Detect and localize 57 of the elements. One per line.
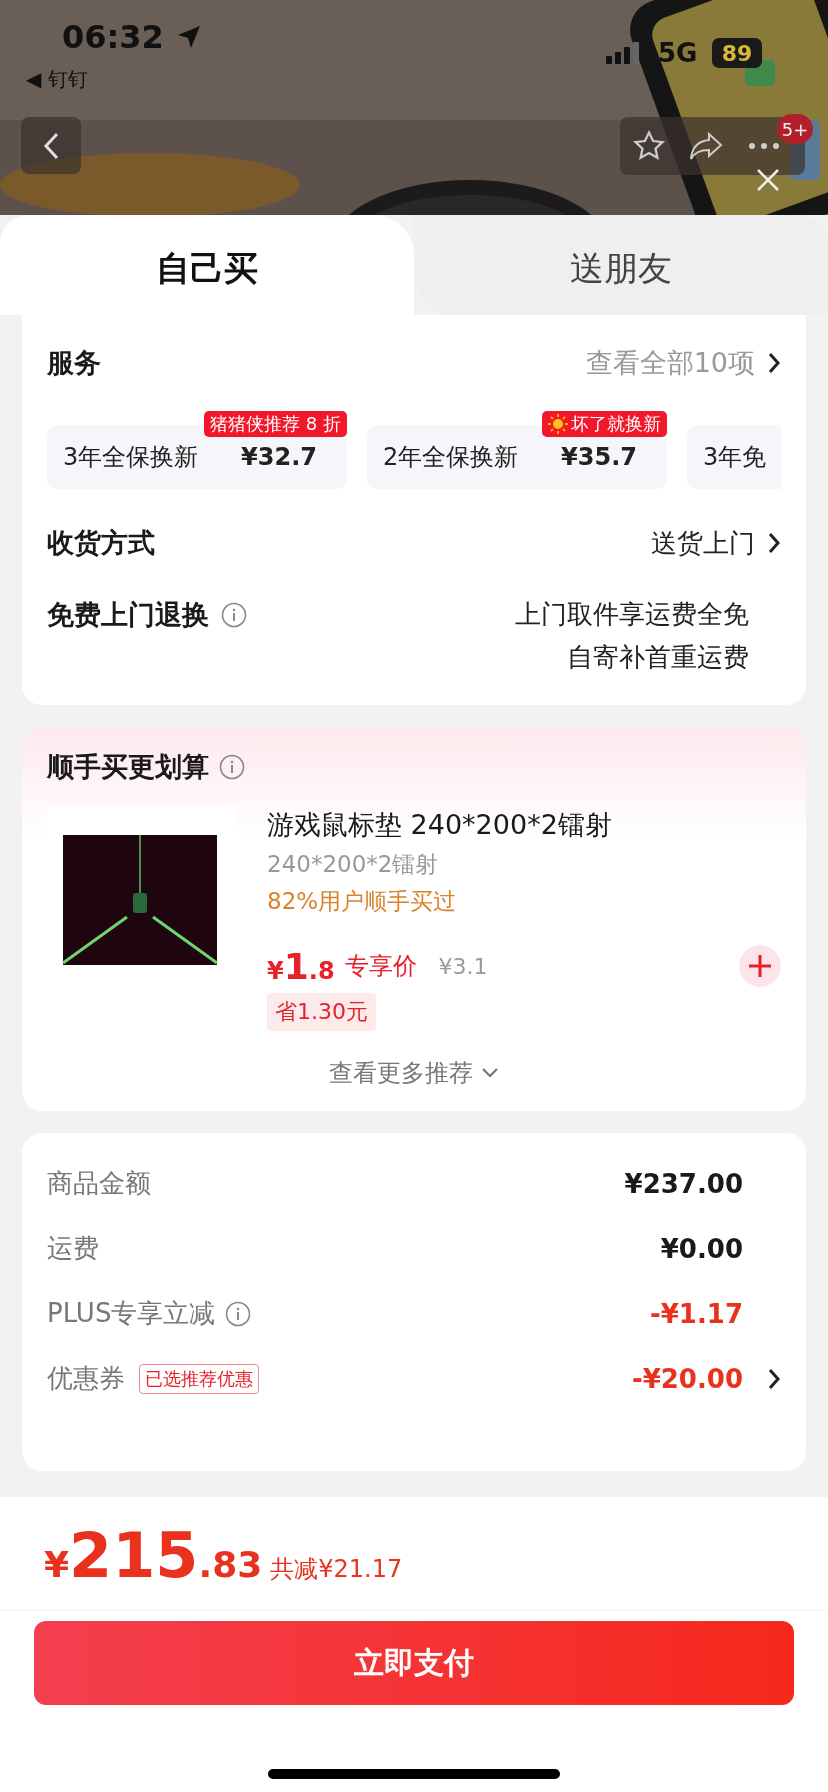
service-name: 3年全保换新	[63, 442, 199, 473]
chevron-right-icon	[767, 1366, 781, 1391]
summary-label: 优惠券	[47, 1362, 125, 1395]
return-note: 上门取件享运费全免	[515, 598, 749, 631]
coupon-tag: 已选推荐优惠	[139, 1363, 259, 1394]
section-title: 服务	[47, 346, 101, 380]
product-price: ¥1.8	[267, 945, 335, 987]
summary-label: PLUS专享立减	[47, 1297, 216, 1330]
summary-label: 运费	[47, 1232, 99, 1265]
star-icon	[631, 129, 666, 163]
total-price: ¥215.83	[44, 1519, 263, 1592]
battery-indicator: 89	[712, 38, 762, 68]
service-option[interactable]: 3年免	[687, 425, 781, 489]
network-label: 5G	[658, 38, 698, 68]
plus-icon	[748, 954, 772, 978]
original-price: ¥3.1	[438, 953, 488, 979]
service-name: 3年免	[703, 442, 767, 473]
chevron-down-icon	[481, 1067, 499, 1079]
section-title: 顺手买更划算	[47, 750, 209, 784]
info-icon[interactable]	[225, 1300, 252, 1327]
product-spec: 240*200*2镭射	[267, 850, 440, 879]
purchase-note: 82%用户顺手买过	[267, 887, 458, 916]
chevron-right-icon	[767, 531, 781, 555]
status-time: 06:32	[62, 18, 164, 56]
service-name: 2年全保换新	[383, 442, 519, 473]
delivery-value[interactable]: 送货上门	[651, 525, 755, 561]
share-button[interactable]	[688, 131, 725, 161]
summary-label: 商品金额	[47, 1167, 151, 1200]
summary-value: -¥1.17	[649, 1298, 743, 1329]
share-icon	[689, 131, 724, 161]
close-icon	[756, 168, 780, 192]
signal-icon	[606, 42, 642, 64]
product-name[interactable]: 游戏鼠标垫 240*200*2镭射	[267, 807, 781, 843]
back-button[interactable]	[21, 117, 81, 174]
more-recommendations-button[interactable]: 查看更多推荐	[329, 1057, 499, 1089]
chevron-left-icon	[42, 130, 60, 161]
total-saving: 共减¥21.17	[270, 1554, 403, 1585]
return-note: 自寄补首重运费	[567, 641, 749, 674]
info-icon[interactable]	[221, 602, 247, 628]
info-icon[interactable]	[219, 754, 245, 780]
service-price: ¥35.7	[561, 443, 637, 471]
favorite-button[interactable]	[630, 129, 667, 163]
add-button[interactable]	[739, 945, 781, 987]
chevron-right-icon	[767, 351, 781, 375]
summary-value: ¥0.00	[660, 1233, 743, 1264]
pay-button[interactable]: 立即支付	[34, 1621, 794, 1705]
saving-tag: 省1.30元	[267, 993, 376, 1031]
field-label: 收货方式	[47, 526, 155, 560]
summary-value: -¥20.00	[631, 1363, 743, 1394]
summary-value: ¥237.00	[624, 1168, 743, 1199]
field-label: 免费上门退换	[47, 598, 209, 632]
location-arrow-icon	[176, 24, 202, 50]
service-price: ¥32.7	[241, 443, 317, 471]
ellipsis-icon	[747, 142, 782, 150]
price-label: 专享价	[344, 951, 417, 982]
sun-icon	[548, 414, 568, 434]
tab[interactable]: 自己买	[0, 215, 414, 315]
